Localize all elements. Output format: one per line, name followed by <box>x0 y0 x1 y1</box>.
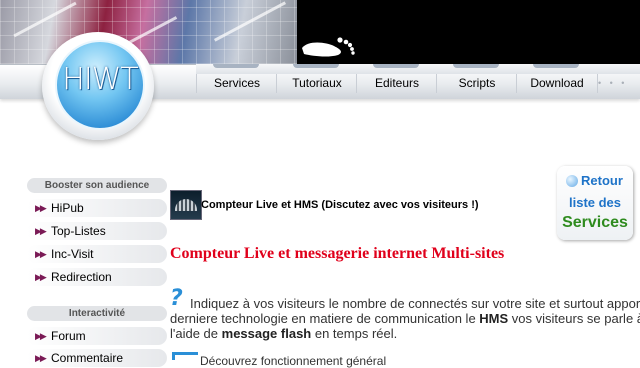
sidebar-item-label: Commentaire <box>51 351 124 365</box>
paragraph-text: l'aide de <box>170 326 222 341</box>
double-arrow-icon: ▶▶ <box>35 249 47 259</box>
nav-tab-decoration <box>213 64 259 68</box>
nav-tab-decoration <box>293 64 339 68</box>
double-arrow-icon: ▶▶ <box>35 353 47 363</box>
footprint-icon <box>302 37 355 57</box>
retour-label: liste des <box>568 195 622 210</box>
sidebar-item-commentaire[interactable]: ▶▶ Commentaire <box>27 349 167 367</box>
sidebar-section-title: Booster son audience <box>27 178 167 193</box>
sidebar-item-top-listes[interactable]: ▶▶ Top-Listes <box>27 222 167 240</box>
sidebar-item-label: Top-Listes <box>51 224 106 238</box>
paragraph-text: vos visiteurs se parle à <box>508 311 640 326</box>
sidebar-item-forum[interactable]: ▶▶ Forum <box>27 327 167 345</box>
double-arrow-icon: ▶▶ <box>35 331 47 341</box>
sidebar-item-inc-visit[interactable]: ▶▶ Inc-Visit <box>27 245 167 263</box>
logo-text: HIWT <box>62 62 138 97</box>
retour-label: Retour <box>581 173 623 188</box>
retour-label: Services <box>562 214 628 231</box>
nav-more-dots: • • • <box>598 78 628 88</box>
nav-item-editeurs[interactable]: Editeurs <box>356 74 437 93</box>
retour-services-button[interactable]: Retour liste des Services <box>557 166 633 240</box>
paragraph-bold-text: HMS <box>479 311 509 326</box>
paragraph-line: Indiquez à vos visiteurs le nombre de co… <box>190 296 640 311</box>
intro-paragraph: Indiquez à vos visiteurs le nombre de co… <box>170 296 640 341</box>
nav-tab-decoration <box>373 64 419 68</box>
sidebar-section-title: Interactivité <box>27 306 167 321</box>
paragraph-line: l'aide de message flash en temps réel. <box>170 326 640 341</box>
list-icon <box>172 352 198 360</box>
paragraph-text: derniere technologie en matiere de commu… <box>170 311 480 326</box>
nav-item-services[interactable]: Services <box>196 74 277 93</box>
paragraph-bold-text: message flash <box>221 326 312 341</box>
section-intro-text: Découvrez fonctionnement général <box>200 354 387 368</box>
double-arrow-icon: ▶▶ <box>35 203 47 213</box>
globe-icon <box>566 175 578 187</box>
nav-item-download[interactable]: Download <box>516 74 598 93</box>
page-heading: Compteur Live et HMS (Discutez avec vos … <box>201 199 479 211</box>
nav-item-tutoriaux[interactable]: Tutoriaux <box>276 74 357 93</box>
nav-item-scripts[interactable]: Scripts <box>436 74 517 93</box>
double-arrow-icon: ▶▶ <box>35 272 47 282</box>
sidebar-item-label: HiPub <box>51 201 84 215</box>
paragraph-line: derniere technologie en matiere de commu… <box>170 311 640 326</box>
paragraph-text: en temps réel. <box>311 326 398 341</box>
sidebar-item-label: Forum <box>51 329 86 343</box>
nav-tab-decoration <box>453 64 499 68</box>
nav-tab-decoration <box>533 64 579 68</box>
sidebar-item-label: Inc-Visit <box>51 247 94 261</box>
sidebar-item-label: Redirection <box>51 270 112 284</box>
sidebar-item-hipub[interactable]: ▶▶ HiPub <box>27 199 167 217</box>
main-title: Compteur Live et messagerie internet Mul… <box>170 245 505 262</box>
sidebar-item-redirection[interactable]: ▶▶ Redirection <box>27 268 167 286</box>
page-thumbnail-icon <box>170 190 202 220</box>
header-banner-image <box>0 0 297 64</box>
double-arrow-icon: ▶▶ <box>35 226 47 236</box>
